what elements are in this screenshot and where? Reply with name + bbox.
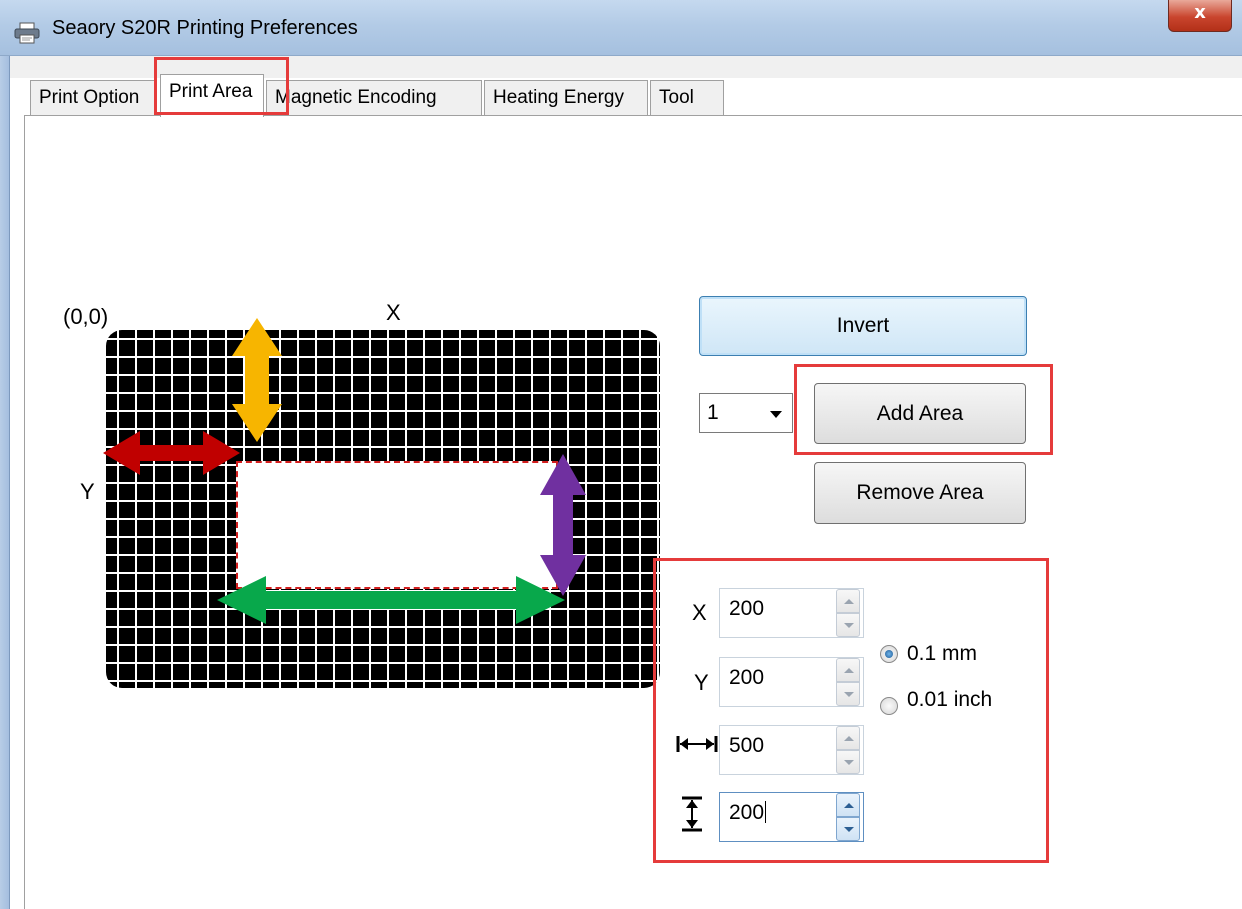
highlight-add-area: [794, 364, 1053, 455]
highlight-print-area-tab: [154, 57, 289, 115]
width-arrow: [217, 576, 565, 624]
y-offset-arrow: [232, 318, 282, 442]
height-arrow: [540, 454, 586, 596]
diagram-arrows: [103, 318, 586, 624]
remove-area-button[interactable]: Remove Area: [814, 462, 1026, 524]
x-offset-arrow: [103, 431, 240, 475]
invert-button[interactable]: Invert: [699, 296, 1027, 356]
highlight-position-fields: [653, 558, 1049, 863]
chevron-down-icon: [770, 411, 782, 418]
